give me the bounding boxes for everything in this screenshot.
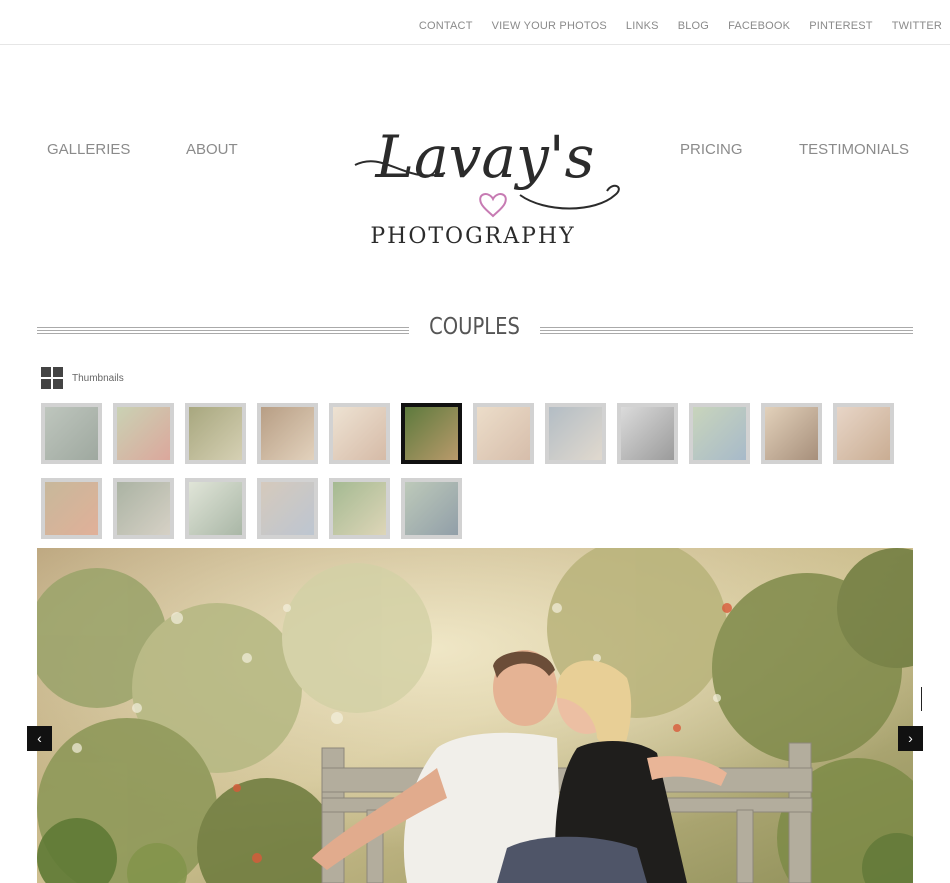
thumbnail-image	[333, 407, 386, 460]
thumbnail-4[interactable]	[257, 403, 318, 464]
logo-sub-text: PHOTOGRAPHY	[370, 224, 575, 249]
thumbnail-5[interactable]	[329, 403, 390, 464]
thumbnail-image	[261, 407, 314, 460]
topnav-contact[interactable]: CONTACT	[419, 20, 473, 32]
thumbnail-image	[621, 407, 674, 460]
thumbnail-image	[189, 482, 242, 535]
slideshow-prev-button[interactable]: ‹	[27, 726, 52, 751]
gallery-section-header: COUPLES	[37, 312, 913, 348]
thumbnail-image	[477, 407, 530, 460]
slideshow-main-photo[interactable]	[37, 548, 913, 883]
topnav-facebook[interactable]: FACEBOOK	[728, 20, 790, 32]
nav-galleries[interactable]: GALLERIES	[47, 141, 130, 158]
thumbnails-toggle[interactable]: Thumbnails	[41, 367, 124, 389]
thumbnail-image	[189, 407, 242, 460]
thumbnail-image	[549, 407, 602, 460]
grid-icon	[41, 367, 63, 389]
thumbnail-image	[333, 482, 386, 535]
thumbnail-17[interactable]	[329, 478, 390, 539]
thumbnail-12[interactable]	[833, 403, 894, 464]
site-logo[interactable]: Lavay's PHOTOGRAPHY	[345, 95, 625, 255]
thumbnail-image	[45, 407, 98, 460]
gallery-title: COUPLES	[429, 314, 520, 340]
thumbnail-16[interactable]	[257, 478, 318, 539]
thumbnail-image	[765, 407, 818, 460]
thumbnail-9[interactable]	[617, 403, 678, 464]
thumbnail-image	[117, 407, 170, 460]
thumbnail-3[interactable]	[185, 403, 246, 464]
thumbnail-image	[693, 407, 746, 460]
logo-graphic: Lavay's PHOTOGRAPHY	[354, 123, 620, 249]
thumbnail-14[interactable]	[113, 478, 174, 539]
nav-about[interactable]: ABOUT	[186, 141, 238, 158]
thumbnail-image	[837, 407, 890, 460]
thumbnail-8[interactable]	[545, 403, 606, 464]
topnav-view-your-photos[interactable]: VIEW YOUR PHOTOS	[492, 20, 607, 32]
thumbnail-1[interactable]	[41, 403, 102, 464]
nav-testimonials[interactable]: TESTIMONIALS	[799, 141, 909, 158]
thumbnail-10[interactable]	[689, 403, 750, 464]
slideshow-next-button[interactable]: ›	[898, 726, 923, 751]
thumbnail-11[interactable]	[761, 403, 822, 464]
thumbnail-image	[405, 482, 458, 535]
thumbnail-image	[261, 482, 314, 535]
top-nav: CONTACT VIEW YOUR PHOTOS LINKS BLOG FACE…	[400, 20, 942, 32]
heart-icon	[479, 193, 507, 218]
couple-kissing-on-bench-photo	[37, 548, 913, 883]
thumbnail-7[interactable]	[473, 403, 534, 464]
title-rule-right	[540, 327, 913, 334]
logo-script-text: Lavay's	[375, 123, 595, 191]
chevron-left-icon: ‹	[37, 730, 42, 746]
text-cursor-marker	[921, 687, 922, 711]
thumbnail-image	[45, 482, 98, 535]
thumbnail-2[interactable]	[113, 403, 174, 464]
top-utility-bar: CONTACT VIEW YOUR PHOTOS LINKS BLOG FACE…	[0, 0, 950, 45]
thumbnails-label: Thumbnails	[72, 372, 124, 384]
topnav-twitter[interactable]: TWITTER	[892, 20, 942, 32]
thumbnail-15[interactable]	[185, 478, 246, 539]
topnav-blog[interactable]: BLOG	[678, 20, 709, 32]
thumbnail-13[interactable]	[41, 478, 102, 539]
thumbnail-18[interactable]	[401, 478, 462, 539]
topnav-links[interactable]: LINKS	[626, 20, 659, 32]
chevron-right-icon: ›	[908, 730, 913, 746]
topnav-pinterest[interactable]: PINTEREST	[809, 20, 873, 32]
thumbnail-image	[117, 482, 170, 535]
title-rule-left	[37, 327, 409, 334]
nav-pricing[interactable]: PRICING	[680, 141, 743, 158]
thumbnail-image	[405, 407, 458, 460]
thumbnail-6[interactable]	[401, 403, 462, 464]
